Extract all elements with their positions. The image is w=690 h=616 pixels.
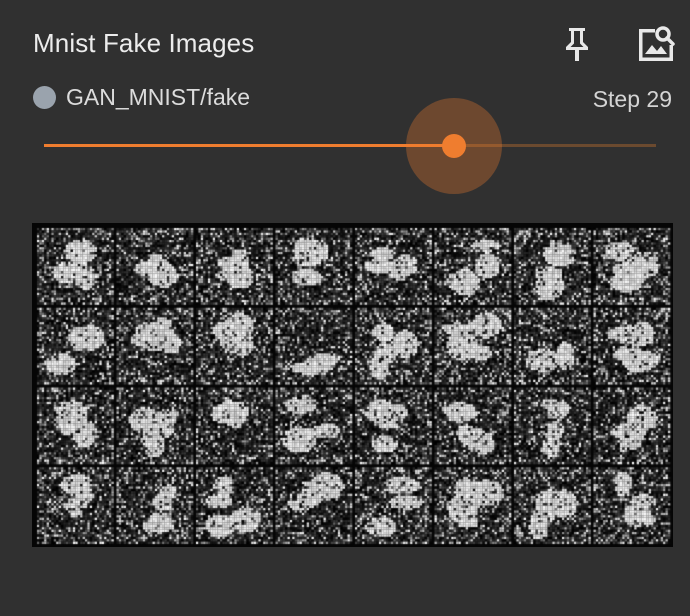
card-title: Mnist Fake Images xyxy=(33,28,255,58)
slider-thumb[interactable] xyxy=(442,134,466,158)
image-search-icon xyxy=(639,26,675,61)
run-name: GAN_MNIST/fake xyxy=(66,84,251,110)
pin-icon xyxy=(566,28,588,61)
slider-fill xyxy=(44,144,454,147)
step-label: Step 29 xyxy=(592,86,672,112)
image-settings-button[interactable] xyxy=(634,22,678,66)
mnist-fake-grid xyxy=(32,223,673,547)
run-color-swatch xyxy=(33,86,56,109)
run-label: GAN_MNIST/fake xyxy=(33,84,250,111)
step-slider[interactable] xyxy=(44,98,656,194)
pin-button[interactable] xyxy=(555,22,599,66)
generated-image xyxy=(32,223,673,547)
image-card: Mnist Fake Images GAN_MNIST/fake Step 29 xyxy=(0,0,690,616)
